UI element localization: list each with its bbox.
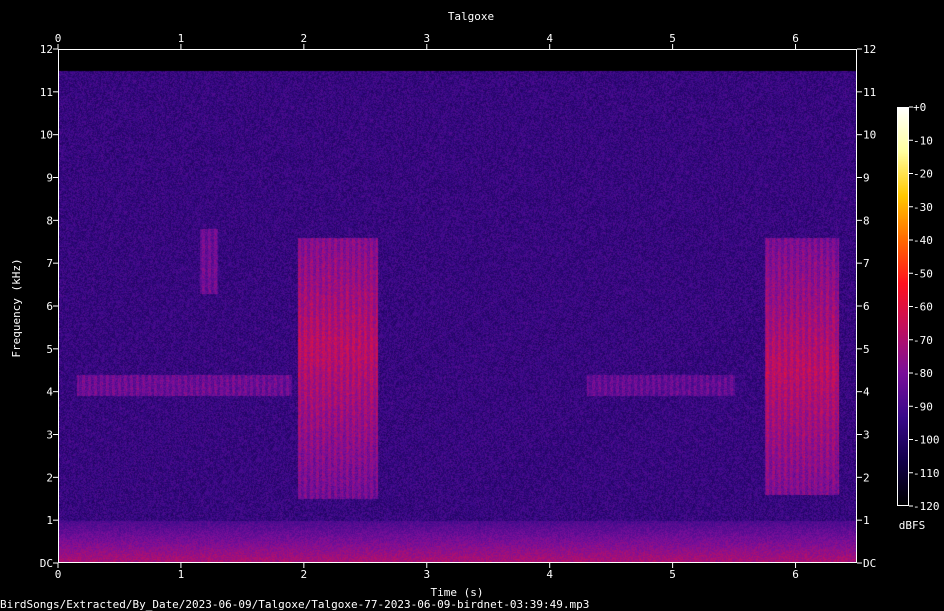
colorbar-tick-label: -90 (913, 400, 933, 413)
y-tick-label-left: 11 (40, 86, 53, 99)
colorbar-tick-label: -60 (913, 301, 933, 314)
y-axis-label: Frequency (kHz) (10, 258, 23, 357)
y-tick-label-right: 3 (863, 429, 870, 442)
y-tick-label-left: 8 (46, 214, 53, 227)
colorbar-tick-label: -120 (913, 500, 940, 513)
y-tick-label-right: 5 (863, 343, 870, 356)
y-tick-label-left: 7 (46, 257, 53, 270)
y-tick-label-right: 10 (863, 129, 876, 142)
colorbar-tick-label: -70 (913, 334, 933, 347)
y-tick-label-left: 10 (40, 129, 53, 142)
x-tick-label-top: 2 (301, 32, 308, 45)
y-tick-label-left: DC (40, 557, 53, 570)
y-tick-label-left: 12 (40, 43, 53, 56)
y-tick-label-right: 6 (863, 300, 870, 313)
x-tick-label-top: 5 (669, 32, 676, 45)
colorbar-label: dBFS (899, 519, 926, 532)
x-tick-label-top: 0 (55, 32, 62, 45)
colorbar-tick-label: -40 (913, 234, 933, 247)
colorbar-tick-label: -20 (913, 168, 933, 181)
x-tick-label-bottom: 5 (669, 568, 676, 581)
y-tick-label-right: 7 (863, 257, 870, 270)
x-tick-label-bottom: 1 (178, 568, 185, 581)
y-tick-label-left: 6 (46, 300, 53, 313)
y-tick-label-right: 8 (863, 214, 870, 227)
y-tick-label-left: 5 (46, 343, 53, 356)
spectrogram-image (58, 49, 857, 563)
y-tick-label-left: 9 (46, 172, 53, 185)
y-tick-label-left: 2 (46, 471, 53, 484)
file-path: BirdSongs/Extracted/By_Date/2023-06-09/T… (0, 598, 590, 611)
y-tick-label-right: 1 (863, 514, 870, 527)
y-tick-label-right: DC (863, 557, 876, 570)
y-tick-label-right: 2 (863, 471, 870, 484)
y-tick-label-left: 1 (46, 514, 53, 527)
y-tick-label-left: 3 (46, 429, 53, 442)
y-tick-label-right: 4 (863, 386, 870, 399)
x-tick-label-bottom: 2 (301, 568, 308, 581)
colorbar-tick-label: -10 (913, 134, 933, 147)
colorbar-ticks: +0 -10 -20 -30 -40 -50 -60 -70 -80 -90 -100 -110 -12… (909, 101, 940, 513)
y-tick-label-left: 4 (46, 386, 53, 399)
colorbar-tick-label: -30 (913, 201, 933, 214)
colorbar-tick-label: +0 (913, 101, 926, 114)
colorbar-tick-label: -50 (913, 267, 933, 280)
x-tick-label-bottom: 4 (546, 568, 553, 581)
colorbar-tick-label: -80 (913, 367, 933, 380)
x-tick-label-bottom: 3 (423, 568, 430, 581)
x-tick-label-top: 3 (423, 32, 430, 45)
colorbar (897, 107, 909, 506)
x-tick-label-top: 1 (178, 32, 185, 45)
x-tick-label-top: 4 (546, 32, 553, 45)
x-tick-label-top: 6 (792, 32, 799, 45)
x-tick-label-bottom: 0 (55, 568, 62, 581)
colorbar-tick-label: -110 (913, 467, 940, 480)
y-tick-label-right: 11 (863, 86, 876, 99)
y-tick-label-right: 9 (863, 172, 870, 185)
chart-title: Talgoxe (448, 10, 494, 23)
x-tick-label-bottom: 6 (792, 568, 799, 581)
y-tick-label-right: 12 (863, 43, 876, 56)
colorbar-tick-label: -100 (913, 434, 940, 447)
spectrogram-chart: Talgoxe 00112233445566DC DC1 12 23 34 45 56 67 7… (10, 10, 940, 599)
